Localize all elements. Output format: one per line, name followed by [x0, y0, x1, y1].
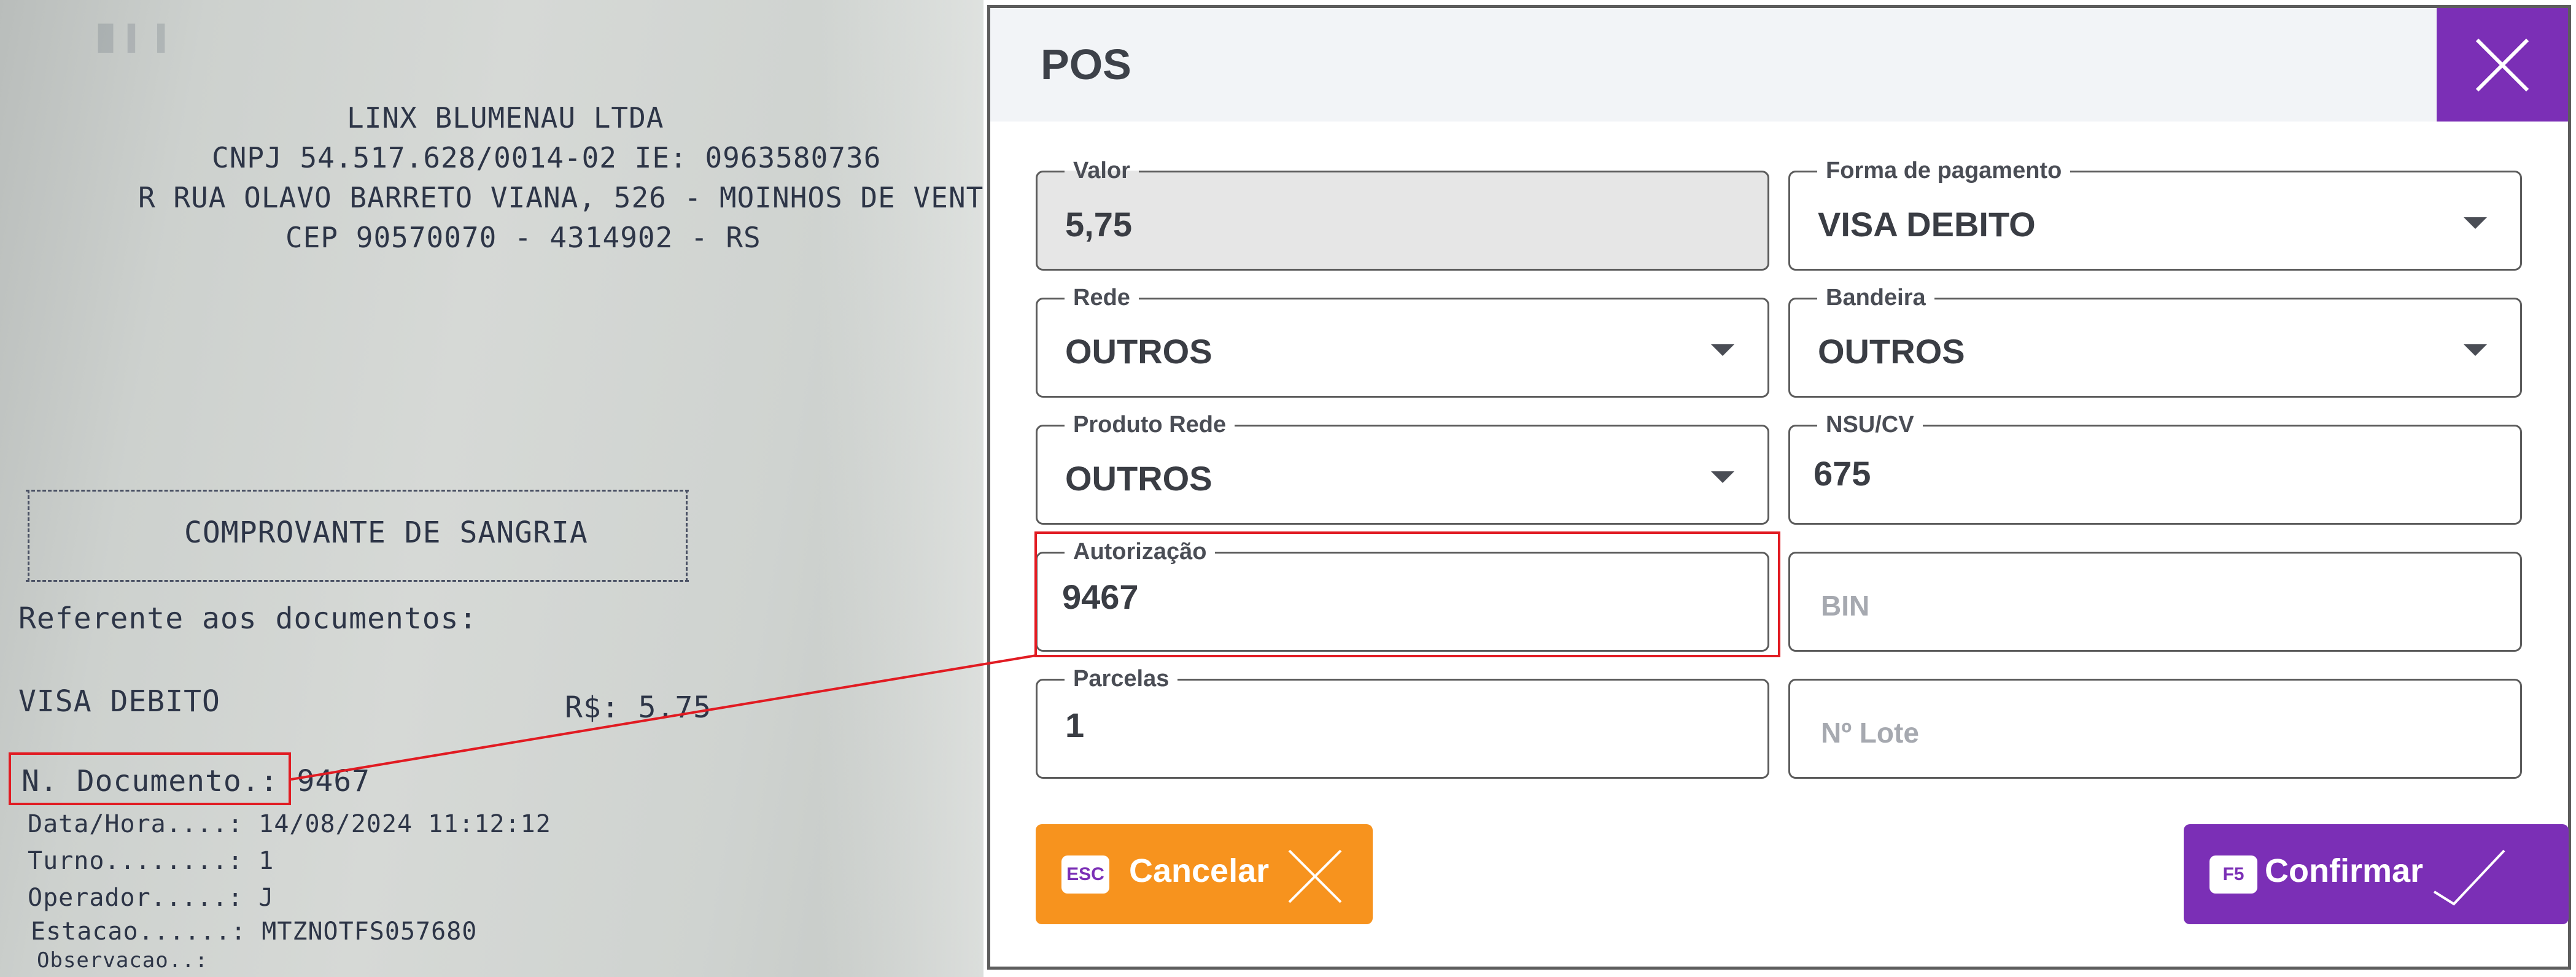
- chevron-down-icon: [2464, 344, 2487, 356]
- receipt-box-top: [26, 490, 689, 492]
- forma-pagamento-value: VISA DEBITO: [1818, 205, 2036, 244]
- receipt-estacao: Estacao......: MTZNOTFS057680: [31, 917, 478, 946]
- receipt-observacao: Observacao..:: [37, 948, 209, 973]
- n-lote-field[interactable]: Nº Lote: [1788, 679, 2522, 779]
- receipt-cep: CEP 90570070 - 4314902 - RS: [285, 221, 761, 254]
- valor-field[interactable]: Valor 5,75: [1036, 156, 1769, 271]
- n-lote-placeholder: Nº Lote: [1821, 717, 1919, 749]
- receipt-title: COMPROVANTE DE SANGRIA: [184, 516, 588, 550]
- close-x-icon: [2475, 38, 2529, 92]
- receipt-cnpj: CNPJ 54.517.628/0014-02 IE: 0963580736: [212, 141, 882, 174]
- valor-label: Valor: [1065, 156, 1139, 185]
- receipt-company: LINX BLUMENAU LTDA: [347, 101, 664, 134]
- produto-rede-value: OUTROS: [1065, 459, 1212, 498]
- receipt-box-bottom: [26, 580, 689, 582]
- receipt-box-right: [686, 490, 688, 582]
- checkmark-icon: [2433, 849, 2505, 906]
- chevron-down-icon: [1711, 471, 1734, 483]
- produto-rede-select[interactable]: Produto Rede OUTROS: [1036, 410, 1769, 525]
- forma-pagamento-label: Forma de pagamento: [1817, 156, 2071, 185]
- autorizacao-highlight: [1034, 531, 1780, 657]
- close-x-icon: [1288, 849, 1342, 903]
- receipt-box-left: [28, 490, 29, 582]
- bin-field[interactable]: BIN: [1788, 552, 2522, 652]
- cancel-label: Cancelar: [1129, 852, 1270, 889]
- nsu-cv-field[interactable]: NSU/CV 675: [1788, 410, 2522, 525]
- f5-key-badge: F5: [2209, 855, 2257, 894]
- rede-label: Rede: [1065, 283, 1139, 312]
- bandeira-label: Bandeira: [1817, 283, 1934, 312]
- confirm-button[interactable]: F5 Confirmar: [2184, 824, 2569, 924]
- dialog-title: POS: [1041, 41, 1131, 88]
- parcelas-label: Parcelas: [1065, 664, 1178, 693]
- valor-value: 5,75: [1065, 205, 1132, 244]
- confirm-label: Confirmar: [2265, 852, 2424, 889]
- chevron-down-icon: [2464, 217, 2487, 229]
- receipt-turno: Turno........: 1: [28, 847, 274, 875]
- esc-key-badge: ESC: [1061, 855, 1109, 894]
- receipt-document-highlight: [9, 752, 291, 805]
- receipt-bleed-text: █ ▌ ▌: [98, 25, 173, 53]
- cancel-button[interactable]: ESC Cancelar: [1036, 824, 1373, 924]
- chevron-down-icon: [1711, 344, 1734, 356]
- nsu-cv-value: 675: [1814, 454, 1871, 493]
- receipt-payment-method: VISA DEBITO: [18, 684, 220, 719]
- receipt-address: R RUA OLAVO BARRETO VIANA, 526 - MOINHOS…: [138, 181, 983, 214]
- parcelas-field[interactable]: Parcelas 1: [1036, 664, 1769, 779]
- close-button[interactable]: [2437, 8, 2568, 122]
- pos-dialog: POS Valor 5,75 Forma de pagamento VISA D…: [987, 5, 2571, 970]
- forma-pagamento-select[interactable]: Forma de pagamento VISA DEBITO: [1788, 156, 2522, 271]
- receipt-referente: Referente aos documentos:: [18, 601, 478, 636]
- produto-rede-label: Produto Rede: [1065, 410, 1235, 439]
- receipt-date-time: Data/Hora....: 14/08/2024 11:12:12: [28, 810, 551, 838]
- receipt-amount: R$: 5.75: [565, 690, 712, 725]
- receipt-operador: Operador.....: J: [28, 884, 274, 912]
- bin-placeholder: BIN: [1821, 590, 1870, 622]
- parcelas-value: 1: [1065, 706, 1085, 744]
- bandeira-value: OUTROS: [1818, 332, 1965, 371]
- bandeira-select[interactable]: Bandeira OUTROS: [1788, 283, 2522, 398]
- rede-select[interactable]: Rede OUTROS: [1036, 283, 1769, 398]
- receipt-photo: █ ▌ ▌ LINX BLUMENAU LTDA CNPJ 54.517.628…: [0, 0, 983, 977]
- dialog-header: POS: [990, 8, 2568, 122]
- rede-value: OUTROS: [1065, 332, 1212, 371]
- nsu-cv-label: NSU/CV: [1817, 410, 1923, 439]
